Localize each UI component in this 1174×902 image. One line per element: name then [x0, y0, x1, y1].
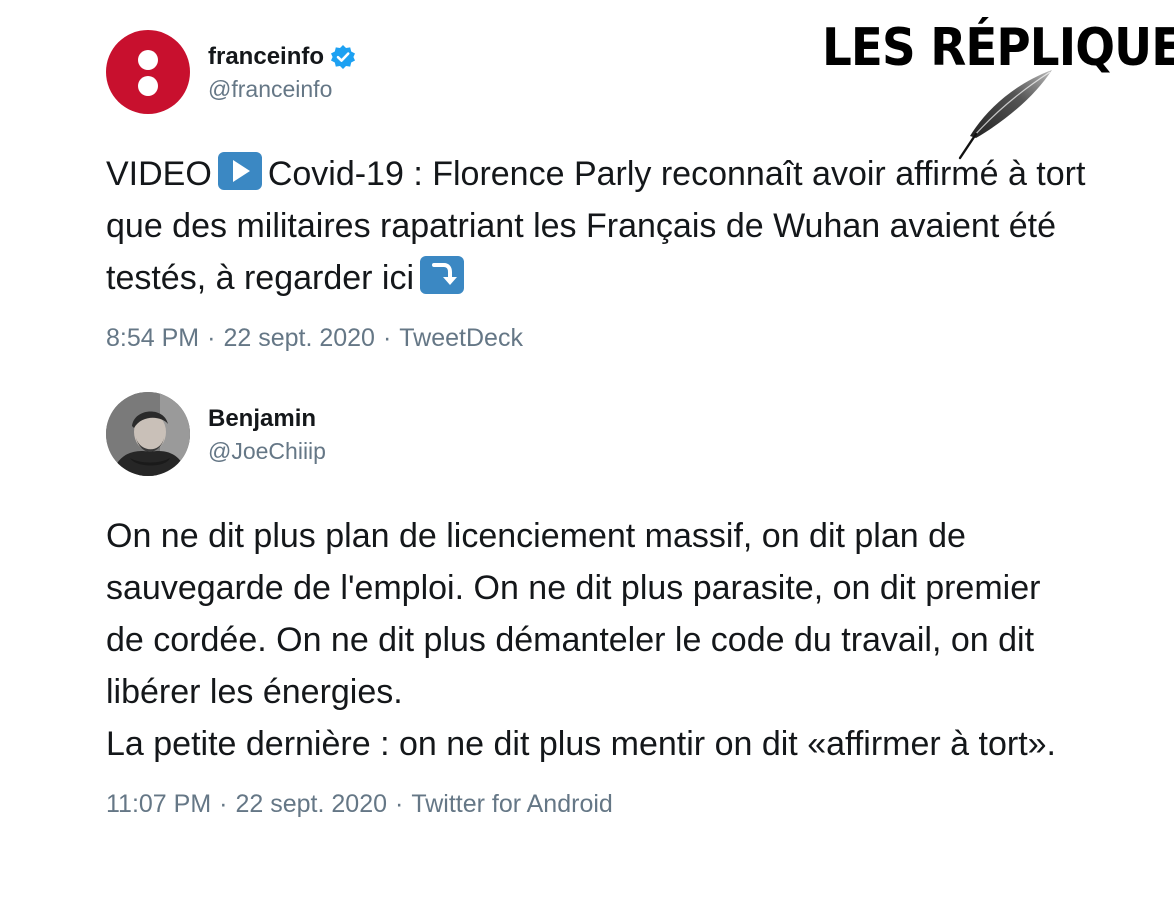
- tweet-time[interactable]: 8:54 PM: [106, 324, 199, 352]
- display-name-row: Benjamin: [208, 404, 326, 434]
- tweet-header: Benjamin @JoeChiiip: [106, 392, 1086, 476]
- tweet-date[interactable]: 22 sept. 2020: [235, 790, 387, 818]
- tweet-text: VIDEO Covid-19 : Florence Parly reconnaît…: [106, 148, 1086, 304]
- user-photo-icon: [106, 392, 190, 476]
- display-name-row: franceinfo: [208, 42, 356, 72]
- handle[interactable]: @franceinfo: [208, 76, 356, 103]
- play-button-emoji-icon: [217, 152, 262, 190]
- display-name[interactable]: Benjamin: [208, 405, 316, 433]
- meta-separator: ·: [395, 790, 404, 818]
- author-names: franceinfo @franceinfo: [208, 42, 356, 103]
- tweet-source-link[interactable]: TweetDeck: [399, 324, 523, 352]
- verified-badge-icon: [331, 45, 356, 69]
- avatar[interactable]: [106, 392, 190, 476]
- avatar[interactable]: [106, 30, 190, 114]
- tweet-time[interactable]: 11:07 PM: [106, 790, 211, 818]
- tweet-metadata: 8:54 PM · 22 sept. 2020 · TweetDeck: [106, 324, 1086, 353]
- display-name[interactable]: franceinfo: [208, 43, 324, 71]
- tweet-header: franceinfo @franceinfo: [106, 30, 1086, 114]
- tweet-text-prefix: VIDEO: [106, 155, 212, 193]
- arrow-down-right-emoji-icon: [420, 256, 465, 294]
- meta-separator: ·: [382, 324, 392, 352]
- tweet-date[interactable]: 22 sept. 2020: [223, 324, 375, 352]
- meta-separator: ·: [207, 324, 216, 352]
- tweet-metadata: 11:07 PM · 22 sept. 2020 · Twitter for Andro…: [106, 790, 1086, 819]
- tweet-franceinfo[interactable]: franceinfo @franceinfo VIDEO Covid-19 : F…: [106, 30, 1086, 353]
- tweet-text: On ne dit plus plan de licenciement mass…: [106, 517, 1057, 763]
- tweet-source-link[interactable]: Twitter for Android: [411, 790, 612, 818]
- franceinfo-logo-dot: [138, 76, 158, 96]
- tweet-benjamin[interactable]: Benjamin @JoeChiiip On ne dit plus plan …: [106, 392, 1086, 819]
- author-names: Benjamin @JoeChiiip: [208, 404, 326, 465]
- franceinfo-logo-dot: [138, 50, 158, 70]
- handle[interactable]: @JoeChiiip: [208, 438, 326, 465]
- meta-separator: ·: [219, 790, 228, 818]
